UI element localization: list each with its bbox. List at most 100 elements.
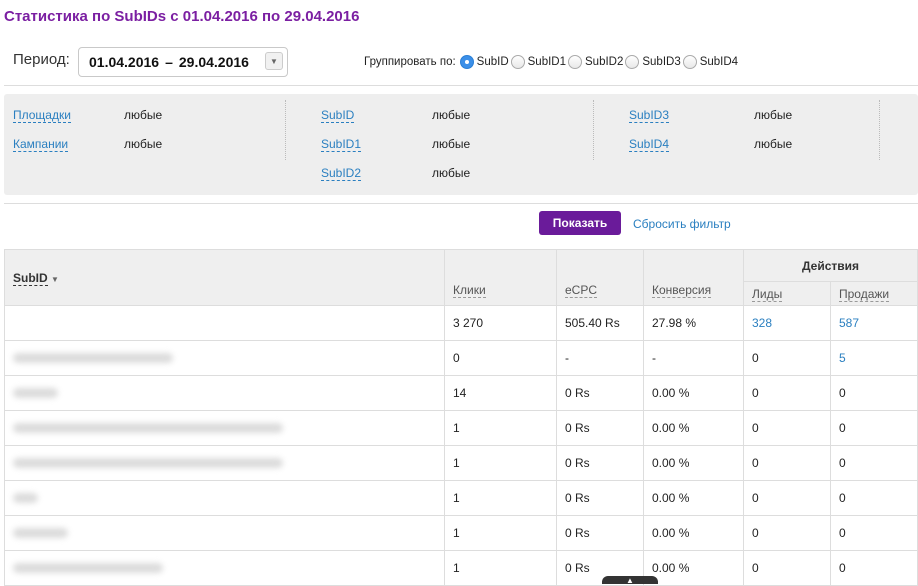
divider: [285, 100, 286, 160]
sort-down-icon[interactable]: ▼: [51, 275, 59, 284]
cell-subid: [4, 305, 445, 341]
cell-ecpc: 0 Rs: [556, 410, 644, 446]
group-by-option-subid[interactable]: SubID: [459, 55, 509, 69]
cell-conversion: -: [643, 340, 744, 376]
filter-value-subid1: любые: [432, 137, 471, 151]
table-row: 1 0 Rs 0.00 % 0 0: [4, 445, 918, 481]
cell-sales: 0: [830, 515, 918, 551]
stats-table: SubID ▼ Клики eCPC Конверсия Действия Ли…: [4, 249, 918, 586]
cell-sales: 0: [830, 480, 918, 516]
cell-clicks: 1: [444, 515, 557, 551]
cell-subid-redacted: [4, 340, 445, 376]
cell-leads: 0: [743, 515, 831, 551]
filter-link-subid1[interactable]: SubID1: [321, 137, 362, 152]
cell-subid-redacted: [4, 375, 445, 411]
table-row: 1 0 Rs 0.00 % 0 0: [4, 550, 918, 586]
cell-leads: 0: [743, 340, 831, 376]
chevron-down-icon[interactable]: ▼: [265, 52, 283, 70]
cell-subid-redacted: [4, 445, 445, 481]
table-row: 1 0 Rs 0.00 % 0 0: [4, 410, 918, 446]
cell-subid-redacted: [4, 515, 445, 551]
group-by-option-subid1[interactable]: SubID1: [510, 55, 566, 69]
divider: [593, 100, 594, 160]
column-header-subid[interactable]: SubID ▼: [4, 249, 445, 306]
radio-selected-icon[interactable]: [459, 55, 474, 69]
radio-icon[interactable]: [568, 55, 582, 69]
cell-leads-link[interactable]: 328: [743, 305, 831, 341]
reset-filter-link[interactable]: Сбросить фильтр: [633, 217, 731, 231]
cell-subid-redacted: [4, 550, 445, 586]
filter-panel: Площадки любые Кампании любые SubID любы…: [4, 94, 918, 195]
filter-link-subid2[interactable]: SubID2: [321, 166, 362, 181]
cell-clicks: 3 270: [444, 305, 557, 341]
cell-subid-redacted: [4, 410, 445, 446]
column-header-ecpc[interactable]: eCPC: [556, 249, 644, 306]
cell-leads: 0: [743, 550, 831, 586]
cell-conversion: 27.98 %: [643, 305, 744, 341]
page-title: Статистика по SubIDs с 01.04.2016 по 29.…: [4, 8, 360, 25]
filter-value-campaigns: любые: [124, 137, 163, 151]
scroll-to-top-handle[interactable]: ▲: [602, 576, 658, 585]
divider: [879, 100, 880, 160]
radio-icon[interactable]: [682, 55, 697, 69]
cell-conversion: 0.00 %: [643, 515, 744, 551]
cell-ecpc: 0 Rs: [556, 515, 644, 551]
cell-subid-redacted: [4, 480, 445, 516]
column-header-sales[interactable]: Продажи: [830, 281, 918, 306]
cell-sales-link[interactable]: 5: [830, 340, 918, 376]
cell-ecpc: 0 Rs: [556, 445, 644, 481]
cell-clicks: 1: [444, 550, 557, 586]
group-by-option-subid4[interactable]: SubID4: [682, 55, 738, 69]
cell-sales-link[interactable]: 587: [830, 305, 918, 341]
period-end: 29.04.2016: [178, 54, 249, 70]
filter-link-subid3[interactable]: SubID3: [629, 108, 670, 123]
cell-leads: 0: [743, 410, 831, 446]
column-group-actions: Действия: [743, 249, 918, 282]
filter-link-sites[interactable]: Площадки: [13, 108, 71, 123]
radio-icon[interactable]: [625, 55, 640, 69]
cell-clicks: 14: [444, 375, 557, 411]
date-range-picker[interactable]: 01.04.2016–29.04.2016 ▼: [78, 47, 288, 77]
column-header-leads[interactable]: Лиды: [743, 281, 831, 306]
show-button[interactable]: Показать: [539, 211, 621, 235]
group-by-option-subid3[interactable]: SubID3: [625, 55, 681, 69]
cell-sales: 0: [830, 375, 918, 411]
cell-clicks: 1: [444, 445, 557, 481]
cell-ecpc: 505.40 Rs: [556, 305, 644, 341]
cell-conversion: 0.00 %: [643, 445, 744, 481]
cell-ecpc: 0 Rs: [556, 480, 644, 516]
period-separator: –: [165, 54, 173, 70]
filter-link-subid[interactable]: SubID: [321, 108, 355, 123]
cell-sales: 0: [830, 445, 918, 481]
column-header-clicks[interactable]: Клики: [444, 249, 557, 306]
filter-value-subid2: любые: [432, 166, 471, 180]
cell-clicks: 0: [444, 340, 557, 376]
group-by-option-subid2[interactable]: SubID2: [568, 55, 623, 69]
filter-link-campaigns[interactable]: Кампании: [13, 137, 69, 152]
cell-ecpc: 0 Rs: [556, 375, 644, 411]
table-row: 14 0 Rs 0.00 % 0 0: [4, 375, 918, 411]
cell-leads: 0: [743, 375, 831, 411]
cell-conversion: 0.00 %: [643, 550, 744, 586]
period-start: 01.04.2016: [89, 54, 160, 70]
cell-conversion: 0.00 %: [643, 410, 744, 446]
cell-leads: 0: [743, 480, 831, 516]
cell-conversion: 0.00 %: [643, 375, 744, 411]
cell-clicks: 1: [444, 480, 557, 516]
filter-link-subid4[interactable]: SubID4: [629, 137, 670, 152]
table-row: 1 0 Rs 0.00 % 0 0: [4, 480, 918, 516]
cell-ecpc: -: [556, 340, 644, 376]
divider: [4, 85, 918, 86]
divider: [4, 203, 918, 204]
column-header-conversion[interactable]: Конверсия: [643, 249, 744, 306]
group-by: Группировать по: SubID SubID1 SubID2 Sub…: [364, 55, 738, 69]
filter-value-sites: любые: [124, 108, 163, 122]
cell-sales: 0: [830, 410, 918, 446]
filter-value-subid: любые: [432, 108, 471, 122]
cell-leads: 0: [743, 445, 831, 481]
group-by-label: Группировать по:: [364, 56, 456, 68]
table-row: 1 0 Rs 0.00 % 0 0: [4, 515, 918, 551]
table-row: 0 - - 0 5: [4, 340, 918, 376]
cell-conversion: 0.00 %: [643, 480, 744, 516]
radio-icon[interactable]: [510, 55, 525, 69]
